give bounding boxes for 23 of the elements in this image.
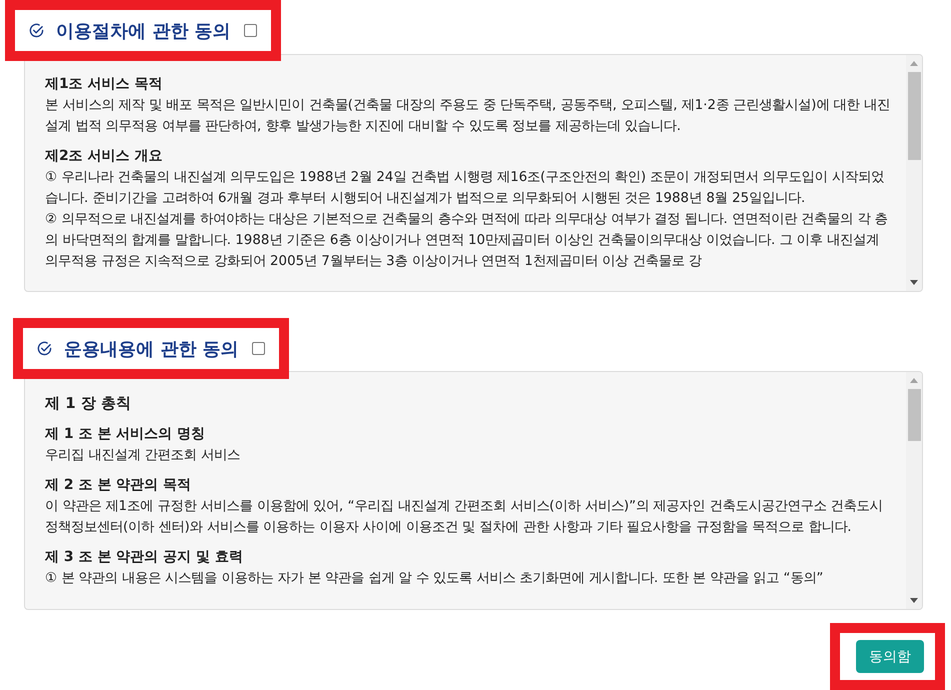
article-heading: 제 3 조 본 약관의 공지 및 효력 — [45, 548, 244, 567]
check-circle-icon — [29, 23, 44, 38]
agree-button[interactable]: 동의함 — [856, 640, 924, 673]
chapter-heading: 제 1 장 총칙 — [45, 393, 132, 414]
agree-checkbox[interactable] — [252, 342, 265, 355]
section-title: 이용절차에 관한 동의 — [56, 20, 231, 42]
scrollbar-thumb[interactable] — [908, 72, 920, 160]
article-heading: 제 1 조 본 서비스의 명칭 — [45, 425, 206, 444]
article-text: ① 본 약관의 내용은 시스템을 이용하는 자가 본 약관을 쉽게 알 수 있도록 서비스 초기화면에 게시합니다. 또한 본 약관을 읽고 “동의” — [45, 570, 824, 588]
scrollbar-track[interactable] — [906, 55, 922, 291]
article-text: 이 약관은 제1조에 규정한 서비스를 이용함에 있어, “우리집 내진설계 간편조회 서비스(이하 서비스)”의 제공자인 건축도시공간연구소 건축도시정책정보센터(이하 센터)와 서비스를 이용하는 이용자 사이에 이용조건 및 절차에 관한 사항과 기타 필요사항을 규정함을 목적으로 합니다. — [45, 498, 884, 537]
article-text: ① 우리나라 건축물의 내진설계 의무도입은 1988년 2월 24일 건축법 시행령 제16조(구조안전의 확인) 조문이 개정되면서 의무도입이 시작되었습니다. 준비기간을 고려하여 6개월 경과 후부터 시행되어 내진설계가 법적으로 의무화되어 시행된 것은 1988년 8월 25일입니다. — [45, 169, 885, 208]
article-text: 우리집 내진설계 간편조회 서비스 — [45, 447, 241, 465]
article-heading: 제1조 서비스 목적 — [45, 75, 164, 94]
article-text: 본 서비스의 제작 및 배포 목적은 일반시민이 건축물(건축물 대장의 주용도 중 단독주택, 공동주택, 오피스텔, 제1·2종 근린생활시설)에 대한 내진설계 법적 의무적용 여부를 판단하여, 향후 발생가능한 지진에 대비할 수 있도록 정보를 제공하는데 있습니다. — [45, 97, 891, 136]
agree-checkbox[interactable] — [244, 24, 257, 37]
scrollbar-thumb[interactable] — [908, 389, 920, 441]
article-heading: 제2조 서비스 개요 — [45, 147, 164, 166]
article-heading: 제 2 조 본 약관의 목적 — [45, 476, 192, 495]
scrollbar-track[interactable] — [906, 372, 922, 609]
article-text: ② 의무적으로 내진설계를 하여야하는 대상은 기본적으로 건축물의 층수와 면적에 따라 의무대상 여부가 결정 됩니다. 연면적이란 건축물의 각 층의 바닥면적의 합계를 말합니다. 1988년 기준은 6층 이상이거나 연면적 10만제곱미터 이상인 건축물이의무대상 이었습니다. 그 이후 내진설계 의무적용 규정은 지속적으로 강화되어 2005년 7월부터는 3층 이상이거나 연면적 1천제곱미터 이상 건축물로 강 — [45, 211, 889, 271]
section-title: 운용내용에 관한 동의 — [64, 338, 239, 360]
check-circle-icon — [37, 341, 52, 356]
